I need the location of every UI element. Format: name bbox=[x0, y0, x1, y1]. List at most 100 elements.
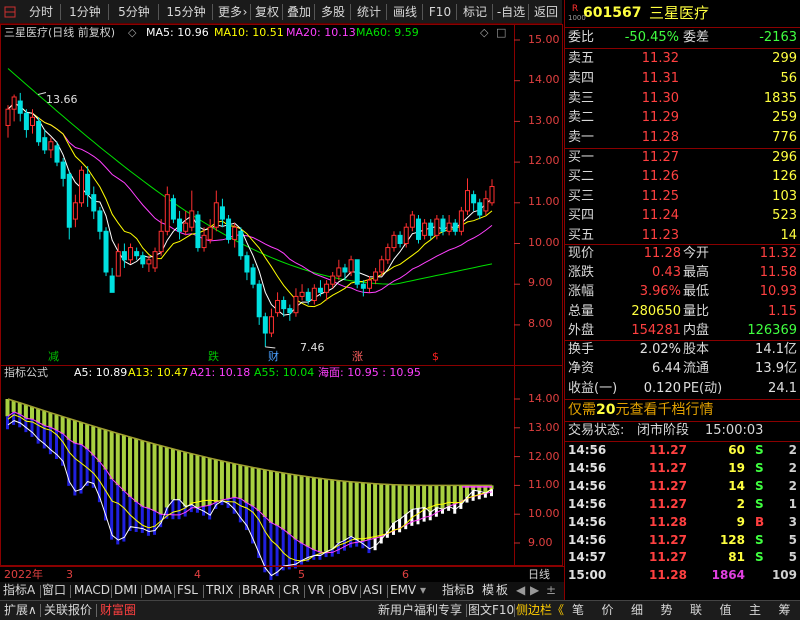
scroll-left-icon[interactable]: ◀ bbox=[516, 581, 525, 600]
trade-count: 1 bbox=[788, 496, 797, 511]
expand-icon[interactable]: □ bbox=[496, 26, 506, 40]
diamond-icon[interactable]: ◇ bbox=[480, 26, 488, 40]
candle-body bbox=[11, 96, 17, 110]
event-marker[interactable]: 减 bbox=[48, 351, 59, 363]
candle-body bbox=[256, 283, 262, 318]
ask-level-row[interactable]: 卖四 11.31 56 bbox=[565, 69, 800, 89]
sub-band-bar bbox=[452, 485, 457, 505]
sub-osc-bar bbox=[373, 538, 377, 551]
sub-band-bar bbox=[385, 484, 390, 532]
ask-level-row[interactable]: 卖五 11.32 299 bbox=[565, 49, 800, 69]
wei-bi-value: -50.45% bbox=[624, 30, 679, 45]
bid-level-row[interactable]: 买五 11.23 14 bbox=[565, 226, 800, 246]
ma5-label: MA5: 10.96 bbox=[146, 26, 209, 39]
ask-level-row[interactable]: 卖三 11.30 1835 bbox=[565, 89, 800, 109]
expand-button[interactable]: 扩展∧ bbox=[4, 601, 37, 620]
sub-chart-name[interactable]: 指标公式 bbox=[4, 366, 48, 380]
sub-band-bar bbox=[152, 444, 157, 512]
bid-volume: 14 bbox=[780, 227, 797, 243]
event-marker[interactable]: 涨 bbox=[352, 351, 363, 363]
new-user-benefit-link[interactable]: 新用户福利专享 bbox=[378, 601, 462, 620]
sub-osc-bar bbox=[355, 540, 359, 547]
ask-level-row[interactable]: 卖二 11.29 259 bbox=[565, 108, 800, 128]
right-tab-4[interactable]: 联 bbox=[690, 601, 702, 620]
trade-price: 11.27 bbox=[649, 532, 687, 547]
tab-template[interactable]: 模 bbox=[482, 581, 494, 600]
sub-band-bar bbox=[379, 484, 384, 537]
tab-emv[interactable]: EMV bbox=[390, 581, 416, 600]
candle-body bbox=[281, 299, 287, 310]
bid-volume: 103 bbox=[772, 188, 797, 204]
stat-label: 今开 bbox=[683, 246, 710, 261]
wealth-circle-button[interactable]: 财富圈 bbox=[100, 601, 136, 620]
bid-level-label: 买二 bbox=[568, 169, 595, 185]
event-marker[interactable]: 跌 bbox=[208, 351, 219, 363]
scroll-right-icon[interactable]: ▶ bbox=[530, 581, 539, 600]
trade-row: 14:56 11.27 60 S 2 bbox=[565, 441, 800, 459]
sub-osc-bar bbox=[153, 511, 157, 535]
tab-board[interactable]: 板 bbox=[496, 581, 508, 600]
tab-trix[interactable]: TRIX bbox=[206, 581, 233, 600]
tab-indicator-b[interactable]: 指标B bbox=[442, 581, 474, 600]
right-tab-2[interactable]: 细 bbox=[631, 601, 643, 620]
settings-icon[interactable]: ◇ bbox=[128, 26, 136, 40]
event-marker[interactable]: $ bbox=[432, 351, 439, 363]
zoom-icon[interactable]: ± bbox=[546, 581, 556, 600]
tab-fsl[interactable]: FSL bbox=[177, 581, 198, 600]
tab-brar[interactable]: BRAR bbox=[242, 581, 275, 600]
sub-y-tick: 12.00 bbox=[528, 450, 560, 463]
tab-indicator-a[interactable]: 指标A bbox=[3, 581, 35, 600]
sub-band-bar bbox=[79, 422, 84, 445]
right-tab-0[interactable]: 笔 bbox=[572, 601, 584, 620]
sub-band-bar bbox=[330, 479, 335, 549]
candle-body bbox=[305, 291, 311, 301]
tab-macd[interactable]: MACD bbox=[74, 581, 110, 600]
bid-level-row[interactable]: 买四 11.24 523 bbox=[565, 206, 800, 226]
tab-asi[interactable]: ASI bbox=[363, 581, 382, 600]
tab-dmi[interactable]: DMI bbox=[114, 581, 137, 600]
sidebar-toggle-button[interactable]: 侧边栏《 bbox=[516, 601, 564, 620]
tab-dma[interactable]: DMA bbox=[144, 581, 172, 600]
ask-volume: 299 bbox=[772, 51, 797, 66]
related-quotes-button[interactable]: 关联报价 bbox=[44, 601, 92, 620]
sub-band-bar bbox=[440, 485, 445, 510]
ask-level-row[interactable]: 卖一 11.28 776 bbox=[565, 128, 800, 148]
trade-count: 3 bbox=[788, 514, 797, 529]
right-tab-5[interactable]: 值 bbox=[720, 601, 732, 620]
event-marker[interactable]: 财 bbox=[268, 351, 279, 363]
tab-window[interactable]: 窗口 bbox=[42, 581, 66, 600]
tab-vr[interactable]: VR bbox=[308, 581, 325, 600]
bid-level-row[interactable]: 买二 11.26 126 bbox=[565, 167, 800, 187]
sub-y-tick: 10.00 bbox=[528, 507, 560, 520]
ask-volume: 259 bbox=[772, 110, 797, 126]
candle-body bbox=[183, 222, 189, 232]
sub-osc-bar bbox=[208, 505, 212, 520]
trade-row: 14:56 11.28 9 B 3 bbox=[565, 513, 800, 531]
sub-band-bar bbox=[54, 414, 59, 431]
level2-promo[interactable]: 仅需20元查看千档行情 bbox=[565, 400, 800, 420]
stat-value: 11.58 bbox=[759, 265, 797, 281]
right-tab-1[interactable]: 价 bbox=[602, 601, 614, 620]
right-tab-3[interactable]: 势 bbox=[661, 601, 673, 620]
ask-level-label: 卖一 bbox=[568, 130, 595, 146]
sub-band-bar bbox=[238, 464, 243, 499]
right-tab-7[interactable]: 筹 bbox=[779, 601, 791, 620]
trade-side: S bbox=[755, 460, 764, 475]
kline-chart[interactable] bbox=[0, 0, 564, 600]
tab-cr[interactable]: CR bbox=[283, 581, 300, 600]
stat-value: 14.1亿 bbox=[755, 342, 797, 357]
tab-obv[interactable]: OBV bbox=[332, 581, 358, 600]
bid-level-row[interactable]: 买三 11.25 103 bbox=[565, 187, 800, 207]
right-tab-6[interactable]: 主 bbox=[749, 601, 761, 620]
trade-volume: 1864 bbox=[711, 568, 745, 583]
tab-scroll-arrows[interactable]: ▾ bbox=[420, 581, 426, 600]
trade-price: 11.27 bbox=[649, 550, 687, 565]
period-label[interactable]: 日线 bbox=[528, 568, 550, 582]
f10-graphic-button[interactable]: 图文F10 bbox=[468, 601, 514, 620]
sea-level-label: 海面: 10.95 : 10.95 bbox=[318, 366, 421, 379]
sub-band-bar bbox=[42, 410, 47, 426]
bid-level-row[interactable]: 买一 11.27 296 bbox=[565, 148, 800, 168]
candle-body bbox=[268, 316, 274, 334]
ma5-line bbox=[7, 102, 493, 316]
bid-volume: 126 bbox=[772, 169, 797, 185]
